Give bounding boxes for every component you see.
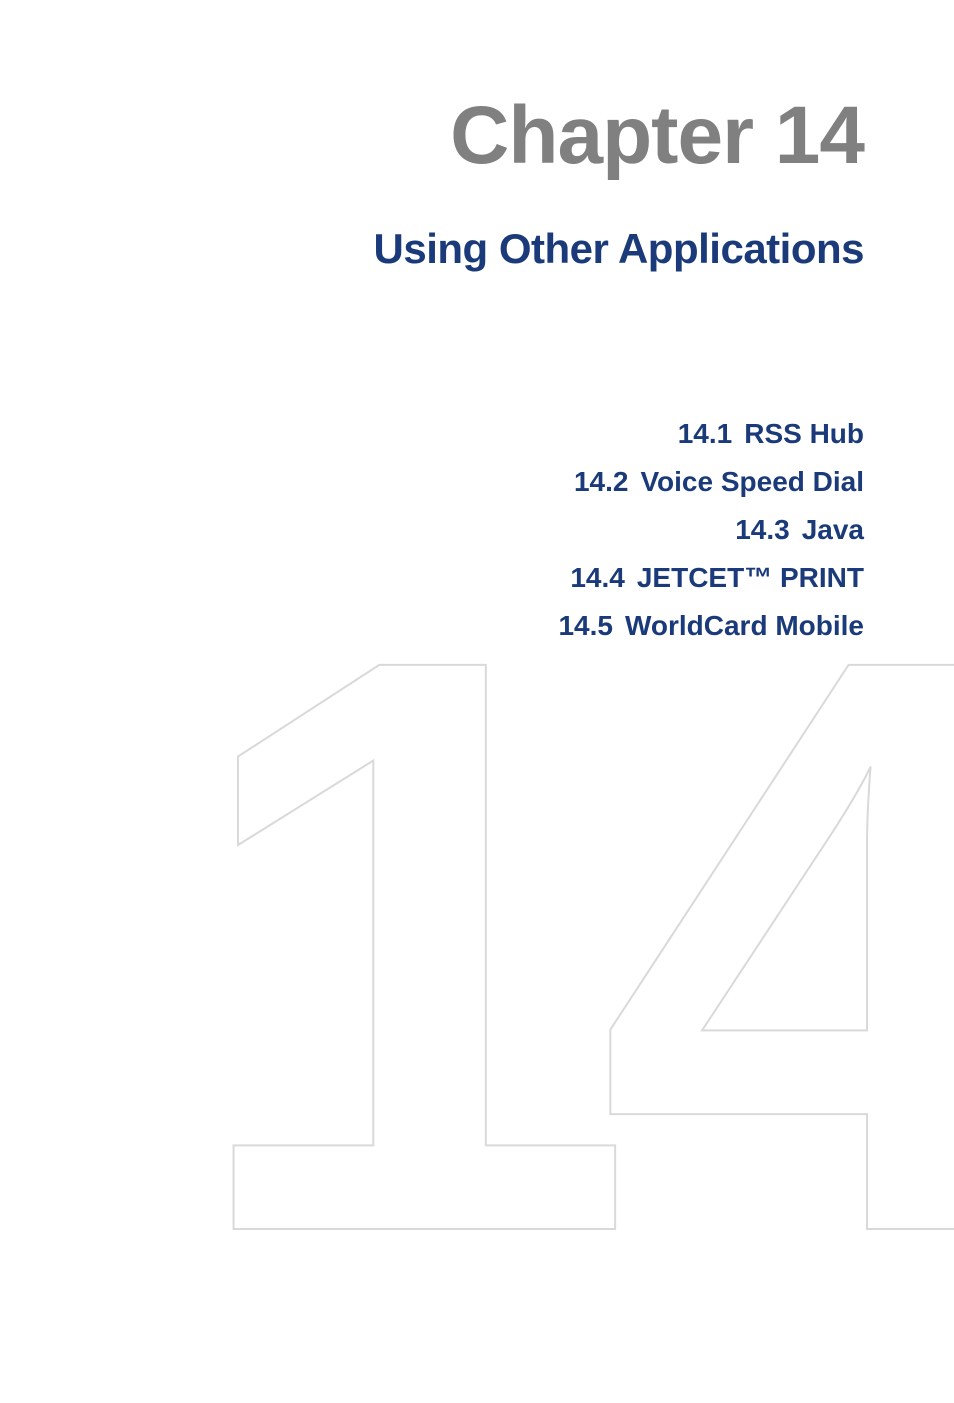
toc-item-number: 14.5 xyxy=(558,610,613,641)
content-area: Chapter 14 Using Other Applications 14.1… xyxy=(0,0,954,647)
toc-item-number: 14.1 xyxy=(678,418,733,449)
toc-item-label: JETCET™ PRINT xyxy=(637,562,864,593)
toc-item-number: 14.2 xyxy=(574,466,629,497)
toc-item[interactable]: 14.2 Voice Speed Dial xyxy=(0,461,864,503)
toc-item[interactable]: 14.4 JETCET™ PRINT xyxy=(0,557,864,599)
page: 14 Chapter 14 Using Other Applications 1… xyxy=(0,0,954,1173)
toc-item-label: Java xyxy=(802,514,864,545)
toc-item[interactable]: 14.1 RSS Hub xyxy=(0,413,864,455)
table-of-contents: 14.1 RSS Hub 14.2 Voice Speed Dial 14.3 Jav… xyxy=(0,413,864,647)
toc-item[interactable]: 14.3 Java xyxy=(0,509,864,551)
toc-item-label: RSS Hub xyxy=(744,418,864,449)
chapter-subtitle: Using Other Applications xyxy=(0,225,864,273)
background-chapter-number: 14 xyxy=(182,638,954,1253)
toc-item[interactable]: 14.5 WorldCard Mobile xyxy=(0,605,864,647)
toc-item-label: Voice Speed Dial xyxy=(640,466,864,497)
toc-item-number: 14.4 xyxy=(570,562,625,593)
toc-item-label: WorldCard Mobile xyxy=(625,610,864,641)
toc-item-number: 14.3 xyxy=(735,514,790,545)
chapter-title: Chapter 14 xyxy=(0,95,864,177)
